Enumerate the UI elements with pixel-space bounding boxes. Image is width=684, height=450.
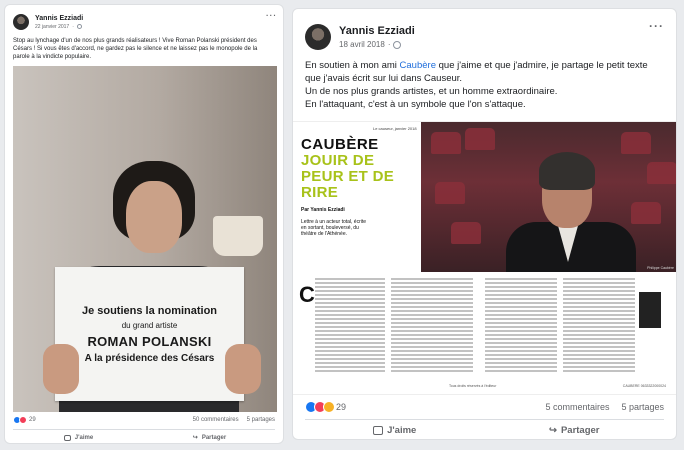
more-options-icon[interactable]: ··· [649,19,664,33]
post-card-left: Yannis Ezziadi 22 janvier 2017 · ··· Sto… [4,4,284,444]
more-options-icon[interactable]: ··· [266,11,277,20]
reactions[interactable] [13,416,27,424]
left-hand [43,344,79,394]
thumbs-up-icon [63,434,71,441]
magazine-footer-left: Tous droits réservés à l'éditeur [449,384,497,388]
magazine-top: Le causeur, janvier 2018 CAUBÈRE JOUIR D… [293,122,676,272]
magazine-dropcap: C [299,282,315,307]
globe-icon [393,40,402,49]
share-label: Partager [201,434,227,441]
post-text: Stop au lynchage d'un de nos plus grands… [13,38,258,60]
reaction-count[interactable]: 29 [29,417,36,423]
post-header: Yannis Ezziadi 22 janvier 2017 · ··· [5,5,283,35]
man-hair [539,152,595,190]
article-column-4 [563,278,635,390]
post-text-line-3: En l'attaquant, c'est à un symbole que l… [305,99,526,110]
post-photo[interactable]: Je soutiens la nomination du grand artis… [13,66,277,412]
avatar[interactable] [13,14,29,30]
magazine-title-block: CAUBÈRE JOUIR DE PEUR ET DE RIRE Par Yan… [301,136,419,237]
post-text: En soutien à mon ami Caubère que j'aime … [293,55,676,117]
text-before-link: En soutien à mon ami [305,60,400,71]
sign-line-1: Je soutiens la nomination [81,304,218,317]
post-stats: 29 50 commentaires 5 partages [13,416,275,424]
magazine-byline: Par Yannis Ezziadi [301,207,345,213]
avatar[interactable] [305,24,331,50]
magazine-photo: Philippe Caubère [421,122,676,272]
right-hand [225,344,261,394]
article-column-1 [315,278,385,390]
magazine-title: CAUBÈRE [301,136,379,153]
like-button[interactable]: J'aime [13,430,144,443]
sign-line-4: A la présidence des Césars [84,352,215,364]
post-stats: 29 5 commentaires 5 partages [305,401,664,413]
post-meta: 18 avril 2018 · [339,40,415,49]
share-label: Partager [560,425,600,436]
thumbs-up-icon [373,426,384,435]
magazine-subtitle: JOUIR DE PEUR ET DE RIRE [301,152,395,201]
magazine-columns: C Tous droits réservés à l'éditeur CAUBE… [299,278,672,390]
author-name[interactable]: Yannis Ezziadi [35,15,83,22]
post-date[interactable]: 18 avril 2018 [339,40,385,49]
comments-count[interactable]: 50 commentaires [193,417,239,423]
post-meta: 22 janvier 2017 · [35,24,83,30]
like-label: J'aime [387,425,417,436]
profile-link[interactable]: Caubère [400,60,436,71]
share-button[interactable]: ↪ Partager [144,430,275,443]
globe-icon [76,24,82,29]
person-face [126,181,182,253]
post-date[interactable]: 22 janvier 2017 [35,24,69,30]
share-arrow-icon: ↪ [192,435,198,441]
reactions[interactable] [305,401,335,413]
article-column-2 [391,278,473,390]
lamp-shape [213,216,263,256]
share-button[interactable]: ↪ Partager [485,420,665,439]
post-actions: J'aime ↪ Partager [13,429,275,443]
share-arrow-icon: ↪ [548,425,557,436]
magazine-footer-right: CAUBERE 0633322000024 [622,384,666,388]
comments-count[interactable]: 5 commentaires [545,402,609,412]
author-name[interactable]: Yannis Ezziadi [339,25,415,37]
like-label: J'aime [74,434,94,441]
magazine-mini-photo [639,292,661,328]
post-header: Yannis Ezziadi 18 avril 2018 · ··· [293,9,676,55]
shares-count[interactable]: 5 partages [247,417,275,423]
post-card-right: Yannis Ezziadi 18 avril 2018 · ··· En so… [292,8,677,440]
sign-line-2: du grand artiste [121,320,178,330]
shares-count[interactable]: 5 partages [621,402,664,412]
like-button[interactable]: J'aime [305,420,485,439]
post-actions: J'aime ↪ Partager [305,419,665,439]
post-text-line-2: Un de nos plus grands artistes, et un ho… [305,86,558,97]
sign-line-3: ROMAN POLANSKI [87,333,212,349]
post-text-line-1: En soutien à mon ami Caubère que j'aime … [305,59,664,85]
protest-sign: Je soutiens la nomination du grand artis… [55,267,244,401]
magazine-intro: Lettre à un acteur total, écrite en sort… [301,219,367,237]
magazine-scan[interactable]: Le causeur, janvier 2018 CAUBÈRE JOUIR D… [293,121,676,395]
love-reaction-icon [19,416,27,424]
reaction-count[interactable]: 29 [336,402,346,412]
wow-reaction-icon [323,401,335,413]
photo-credit: Philippe Caubère [647,266,674,270]
magazine-issue: Le causeur, janvier 2018 [373,126,417,131]
article-column-3 [485,278,557,390]
